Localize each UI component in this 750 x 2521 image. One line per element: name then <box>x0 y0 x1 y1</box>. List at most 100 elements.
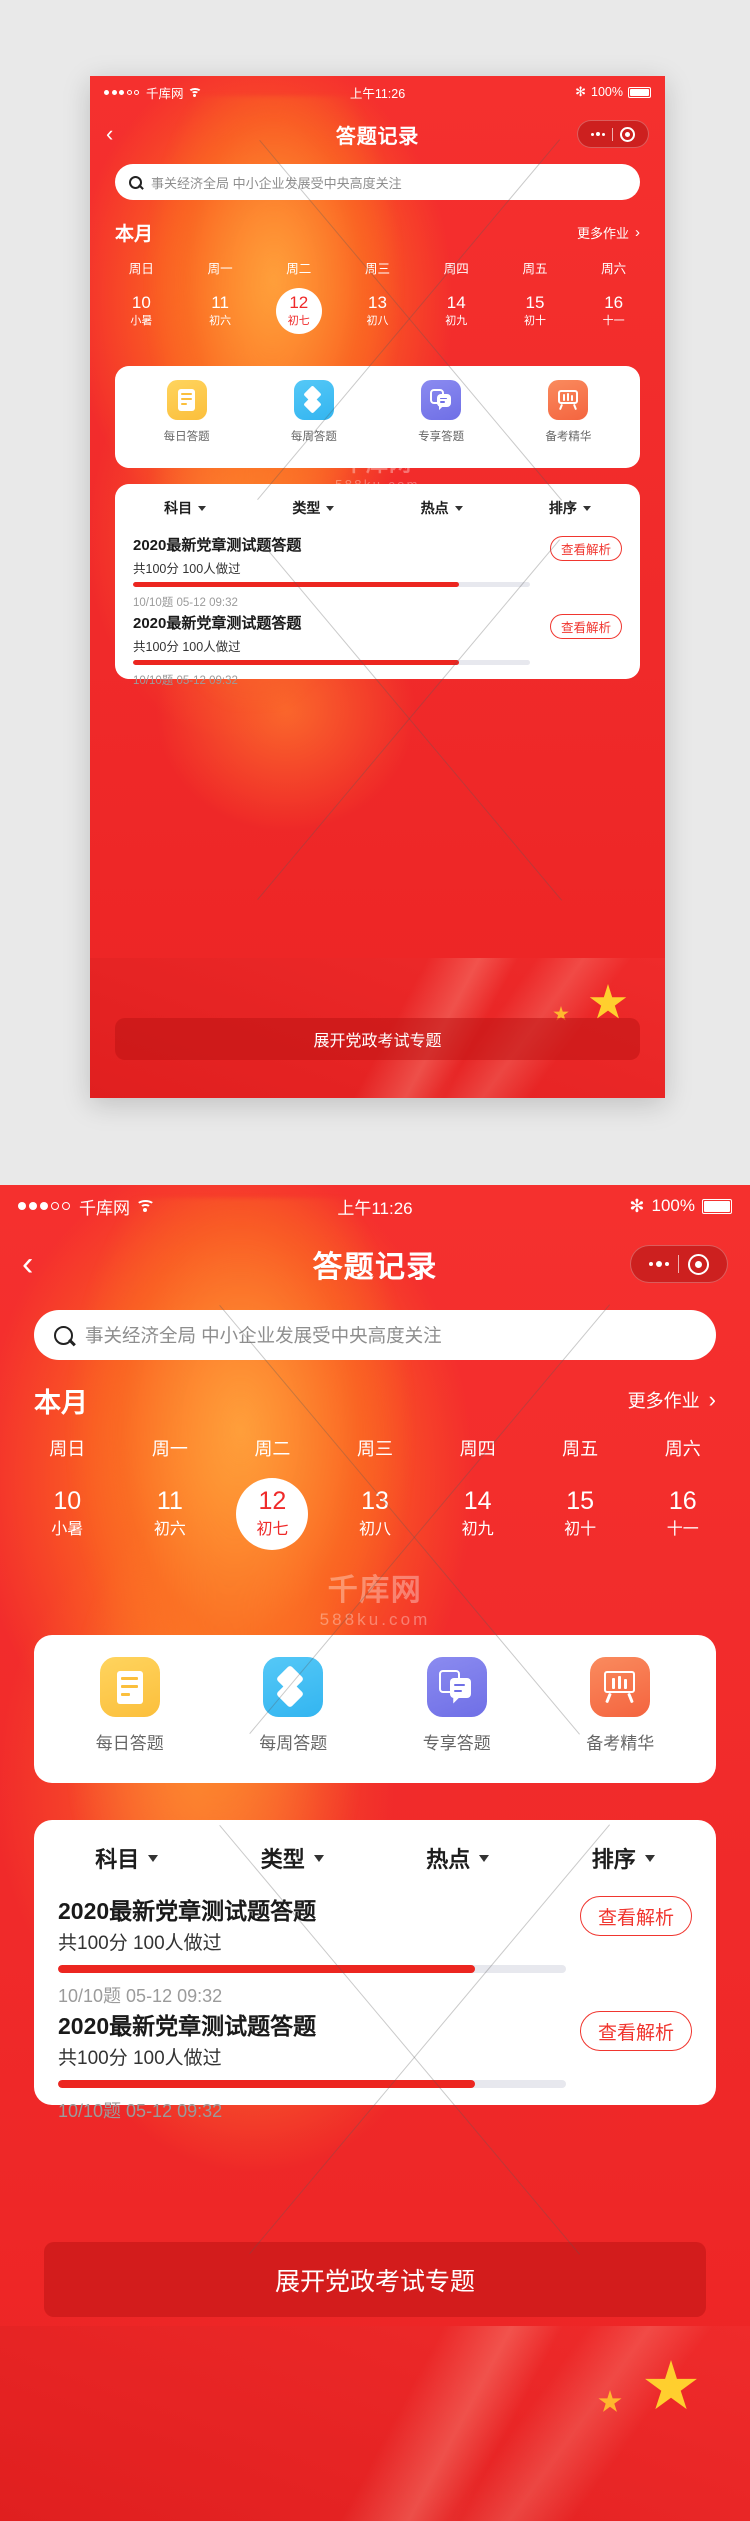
shortcut-weekly-quiz[interactable]: 每周答题 <box>212 1657 376 1754</box>
calendar-day-lunar: 初八 <box>359 1521 392 1538</box>
quiz-meta: 10/10题 05-12 09:32 <box>58 1986 223 2006</box>
calendar-day-14[interactable]: 14 初九 <box>417 288 496 333</box>
quiz-subtitle: 共100分 100人做过 <box>133 562 241 576</box>
calendar-day-lunar: 十一 <box>602 315 625 327</box>
more-homework-label: 更多作业 <box>627 1391 700 1411</box>
calendar-day-16[interactable]: 16 十一 <box>574 288 653 333</box>
chevron-down-icon <box>644 1854 655 1862</box>
shortcut-label: 专享答题 <box>422 1734 491 1753</box>
filter-subject[interactable]: 科目 <box>44 1842 210 1874</box>
calendar-day-number: 14 <box>463 1487 492 1515</box>
filter-label: 科目 <box>164 500 193 516</box>
expand-topic-button[interactable]: 展开党政考试专题 <box>115 1018 640 1060</box>
battery-icon <box>628 86 651 98</box>
shortcut-daily-quiz[interactable]: 每日答题 <box>123 380 250 444</box>
calendar-day-lunar: 小暑 <box>51 1521 84 1538</box>
calendar-day-12-selected[interactable]: 12 初七 <box>259 287 338 334</box>
book-chat-icon <box>421 380 462 420</box>
shortcut-daily-quiz[interactable]: 每日答题 <box>48 1657 212 1754</box>
month-title: 本月 <box>115 223 154 245</box>
calendar-day-number: 14 <box>446 293 466 312</box>
calendar-day-13[interactable]: 13 初八 <box>324 1480 427 1547</box>
shortcut-label: 每日答题 <box>95 1734 164 1753</box>
quiz-row[interactable]: 2020最新党章测试题答题 共100分 100人做过 查看解析 10/10题 0… <box>115 534 640 612</box>
calendar-day-lunar: 小暑 <box>130 315 153 327</box>
search-input[interactable]: 事关经济全局 中小企业发展受中央高度关注 <box>34 1310 716 1360</box>
filter-subject[interactable]: 科目 <box>121 498 249 518</box>
calendar-day-15[interactable]: 15 初十 <box>496 288 575 333</box>
quiz-list-card: 科目 类型 热点 排序 2020最新党章测试题答题 共100分 100人做过 查… <box>115 484 640 687</box>
calendar-day-lunar: 十一 <box>666 1521 699 1538</box>
filter-hot[interactable]: 热点 <box>378 498 506 518</box>
calendar-weekday: 周六 <box>601 262 627 276</box>
search-icon <box>129 175 144 190</box>
calendar-day-row: 10 小暑 11 初六 12 初七 13 初八 14 初九 15 初十 16 十… <box>90 287 665 334</box>
calendar-day-11[interactable]: 11 初六 <box>119 1480 222 1547</box>
calendar-day-16[interactable]: 16 十一 <box>631 1480 734 1547</box>
page-title: 答题记录 <box>312 1251 438 1284</box>
more-homework-link[interactable]: 更多作业 › <box>628 1387 716 1413</box>
expand-topic-button[interactable]: 展开党政考试专题 <box>44 2242 706 2317</box>
quiz-title: 2020最新党章测试题答题 <box>58 1898 317 1924</box>
quiz-progress-bar <box>133 660 530 665</box>
shortcut-weekly-quiz[interactable]: 每周答题 <box>250 380 377 444</box>
search-input[interactable]: 事关经济全局 中小企业发展受中央高度关注 <box>115 164 640 200</box>
search-placeholder: 事关经济全局 中小企业发展受中央高度关注 <box>151 175 402 191</box>
phone-mockup-full: 千库网 上午11:26 ✻ 100% ‹ 答题记录 事关经济全局 中小企业发展受… <box>0 1185 750 2521</box>
chevron-right-icon: › <box>708 1387 716 1412</box>
diamond-stack-icon <box>263 1657 324 1717</box>
shortcuts-row: 每日答题 每周答题 专享答题 备考精华 <box>115 380 640 444</box>
calendar-day-number: 10 <box>131 293 151 312</box>
shortcut-exam-essence[interactable]: 备考精华 <box>539 1657 703 1754</box>
filter-label: 排序 <box>548 500 577 516</box>
screenshot-canvas: 千库网 上午11:26 ✻ 100% ‹ 答题记录 事关经济全局 中小企业发展受… <box>0 0 750 2521</box>
calendar-day-number: 16 <box>668 1487 697 1515</box>
calendar-day-10[interactable]: 10 小暑 <box>102 288 181 333</box>
filter-type[interactable]: 类型 <box>249 498 377 518</box>
calendar-day-lunar: 初十 <box>564 1521 597 1538</box>
quiz-meta: 10/10题 05-12 09:32 <box>133 675 238 687</box>
status-bar-time: 上午11:26 <box>349 86 406 101</box>
view-analysis-button[interactable]: 查看解析 <box>550 536 622 561</box>
more-homework-link[interactable]: 更多作业 › <box>577 223 640 242</box>
calendar-day-number: 13 <box>368 293 387 312</box>
shortcut-label: 备考精华 <box>586 1734 655 1753</box>
quiz-row[interactable]: 2020最新党章测试题答题 共100分 100人做过 查看解析 10/10题 0… <box>34 2007 716 2122</box>
quiz-title: 2020最新党章测试题答题 <box>133 615 302 632</box>
shortcut-exclusive-quiz[interactable]: 专享答题 <box>378 380 505 444</box>
quiz-row[interactable]: 2020最新党章测试题答题 共100分 100人做过 查看解析 10/10题 0… <box>115 612 640 690</box>
filter-bar: 科目 类型 热点 排序 <box>34 1842 716 1874</box>
chevron-down-icon <box>326 505 335 511</box>
calendar-day-11[interactable]: 11 初六 <box>181 288 260 333</box>
filter-sort[interactable]: 排序 <box>506 498 634 518</box>
calendar-day-number: 11 <box>156 1487 183 1515</box>
view-analysis-button[interactable]: 查看解析 <box>550 614 622 639</box>
calendar-day-lunar: 初七 <box>287 315 310 327</box>
quiz-row[interactable]: 2020最新党章测试题答题 共100分 100人做过 查看解析 10/10题 0… <box>34 1892 716 2007</box>
filter-type[interactable]: 类型 <box>210 1842 376 1874</box>
chart-board-icon <box>590 1657 651 1717</box>
filter-label: 热点 <box>420 500 449 516</box>
calendar-day-number: 12 <box>258 1487 287 1515</box>
view-analysis-button[interactable]: 查看解析 <box>580 2011 692 2051</box>
calendar-weekday: 周二 <box>254 1439 291 1459</box>
filter-sort[interactable]: 排序 <box>541 1842 707 1874</box>
calendar-day-lunar: 初九 <box>445 315 468 327</box>
quiz-progress-bar <box>133 582 530 587</box>
shortcut-label: 每日答题 <box>163 431 210 443</box>
quiz-progress-bar <box>58 1965 566 1973</box>
calendar-day-number: 16 <box>604 293 624 312</box>
status-bar: 千库网 上午11:26 ✻ 100% <box>0 1185 750 1227</box>
quiz-title: 2020最新党章测试题答题 <box>133 537 302 554</box>
calendar-day-13[interactable]: 13 初八 <box>338 288 417 333</box>
quiz-progress-bar <box>58 2080 566 2088</box>
calendar-day-10[interactable]: 10 小暑 <box>16 1480 119 1547</box>
shortcut-exam-essence[interactable]: 备考精华 <box>505 380 632 444</box>
view-analysis-button[interactable]: 查看解析 <box>580 1896 692 1936</box>
calendar-day-12-selected[interactable]: 12 初七 <box>221 1477 324 1550</box>
calendar-day-15[interactable]: 15 初十 <box>529 1480 632 1547</box>
filter-hot[interactable]: 热点 <box>375 1842 541 1874</box>
shortcut-exclusive-quiz[interactable]: 专享答题 <box>375 1657 539 1754</box>
calendar-day-14[interactable]: 14 初九 <box>426 1480 529 1547</box>
calendar-weekday: 周二 <box>286 262 312 276</box>
